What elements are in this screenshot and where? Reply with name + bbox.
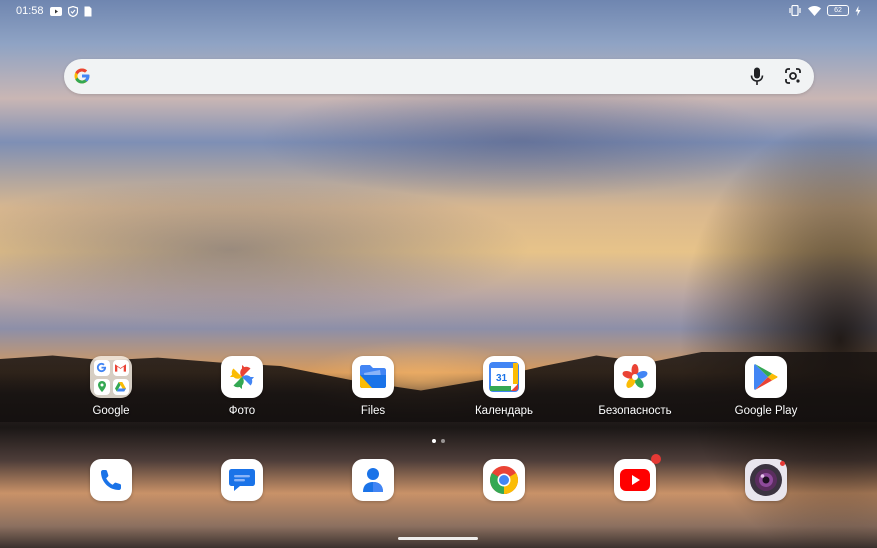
- calendar-day: 31: [496, 373, 508, 384]
- sim-icon: [84, 6, 92, 17]
- app-label: Календарь: [474, 405, 534, 417]
- google-logo-icon: [73, 67, 91, 90]
- app-label: Files: [360, 405, 386, 417]
- app-security[interactable]: Безопасность: [575, 356, 695, 417]
- google-search-bar[interactable]: [64, 59, 814, 94]
- app-label: Фото: [228, 405, 256, 417]
- status-time: 01:58: [16, 5, 44, 17]
- youtube-icon: [49, 6, 62, 16]
- microphone-icon[interactable]: [750, 67, 764, 91]
- dock-camera[interactable]: [706, 459, 826, 501]
- wifi-icon: [808, 5, 821, 16]
- gesture-nav-handle[interactable]: [398, 537, 478, 540]
- play-store-icon: [745, 356, 787, 398]
- photos-icon: [221, 356, 263, 398]
- dock-messages[interactable]: [182, 459, 302, 501]
- files-icon: [352, 356, 394, 398]
- status-bar: 01:58 62: [0, 0, 877, 24]
- camera-icon: [745, 459, 787, 501]
- messages-icon: [221, 459, 263, 501]
- dock-youtube[interactable]: [575, 454, 695, 501]
- app-google-play[interactable]: Google Play: [706, 356, 826, 417]
- notification-badge: [651, 454, 661, 464]
- youtube-app-icon: [614, 454, 661, 501]
- contacts-icon: [352, 459, 394, 501]
- phone-icon: [90, 459, 132, 501]
- charging-icon: [855, 5, 861, 16]
- app-photos[interactable]: Фото: [182, 356, 302, 417]
- dock-phone[interactable]: [51, 459, 171, 501]
- battery-level: 62: [834, 7, 842, 14]
- google-folder-icon: [90, 356, 132, 398]
- shield-icon: [67, 5, 78, 17]
- app-calendar[interactable]: 31 Календарь: [444, 356, 564, 417]
- chrome-icon: [483, 459, 525, 501]
- vibrate-icon: [788, 5, 802, 16]
- app-label: Google: [92, 405, 130, 417]
- dock-chrome[interactable]: [444, 459, 564, 501]
- app-label: Безопасность: [598, 405, 672, 417]
- page-dot: [441, 439, 445, 443]
- app-google-folder[interactable]: Google: [51, 356, 171, 417]
- battery-icon: 62: [827, 5, 849, 16]
- app-files[interactable]: Files: [313, 356, 433, 417]
- page-dot-active: [432, 439, 436, 443]
- dock-contacts[interactable]: [313, 459, 433, 501]
- lens-icon[interactable]: [784, 67, 802, 90]
- security-icon: [614, 356, 656, 398]
- page-indicator: [432, 439, 445, 443]
- notification-badge: [780, 461, 785, 466]
- calendar-icon: 31: [483, 356, 525, 398]
- app-label: Google Play: [734, 405, 798, 417]
